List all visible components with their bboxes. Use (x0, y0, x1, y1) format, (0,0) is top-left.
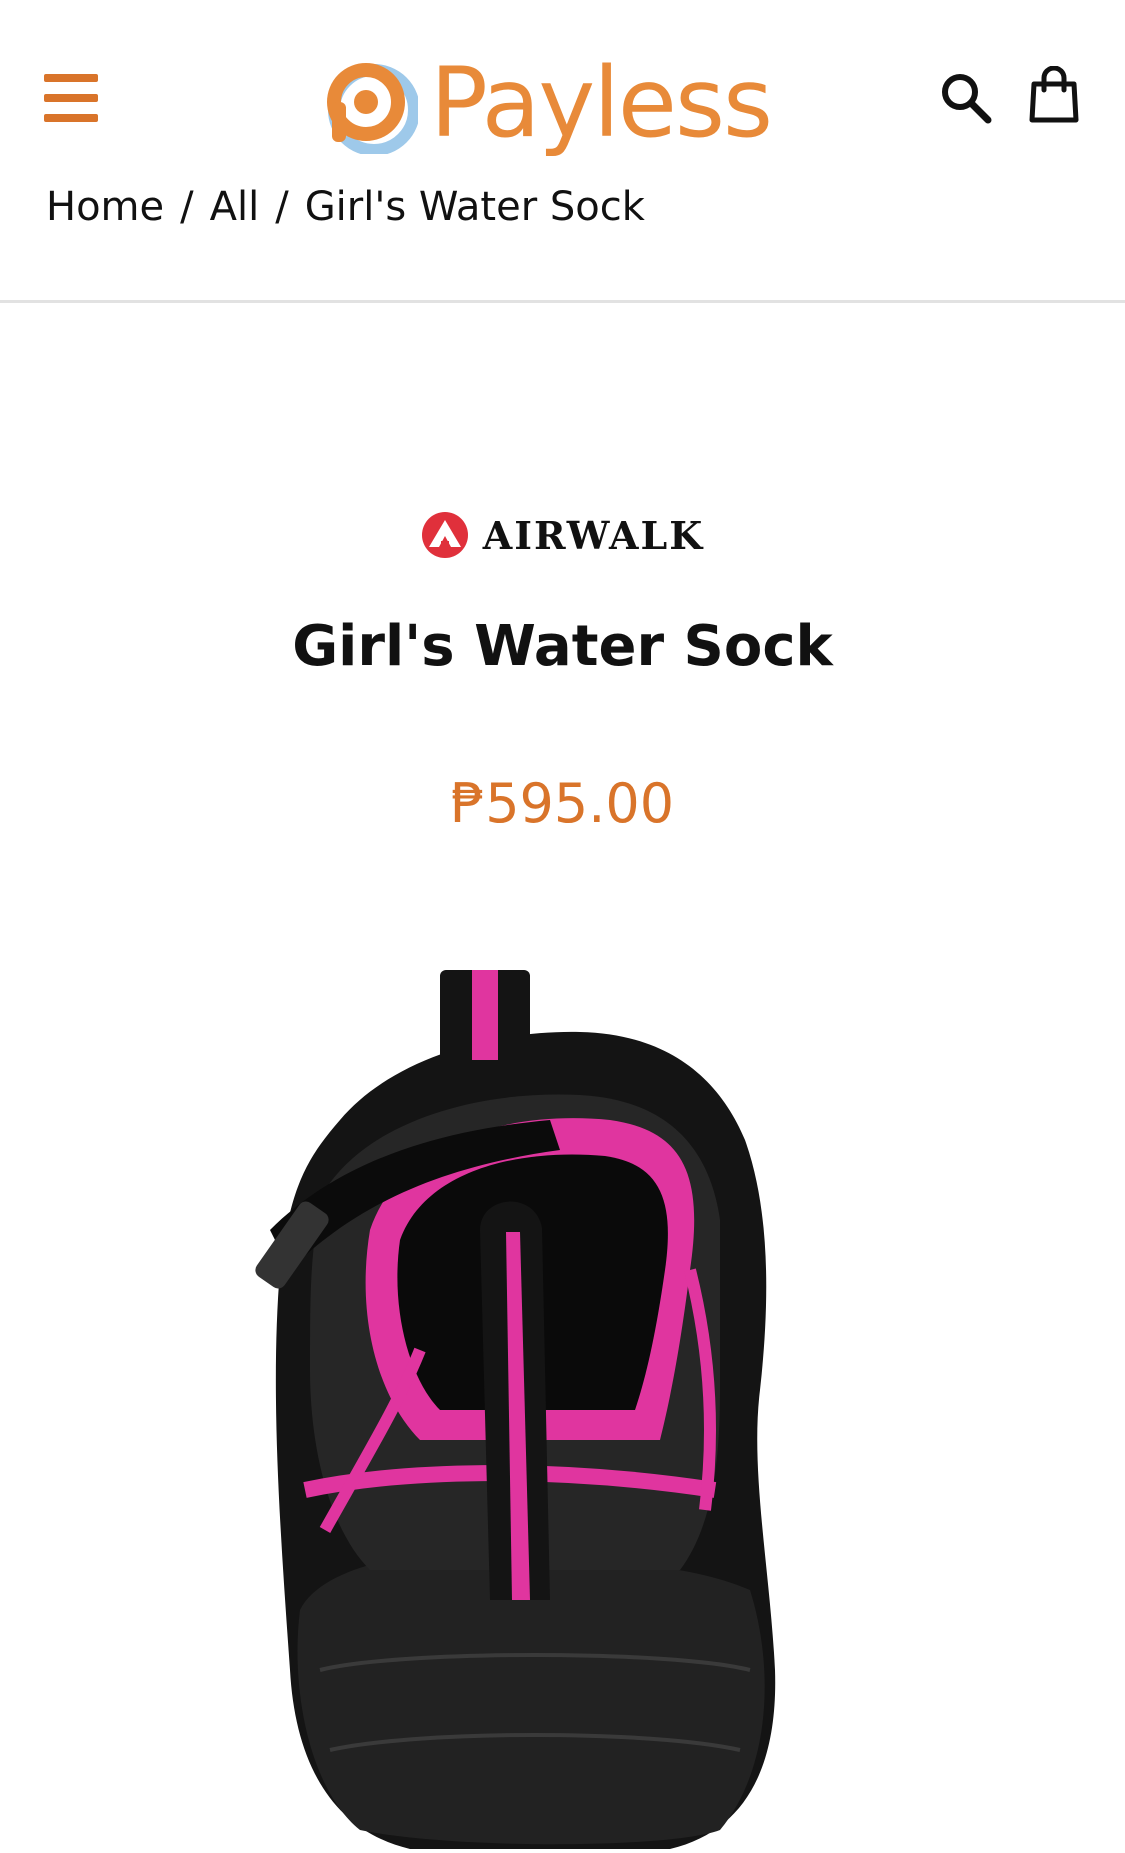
payless-logo-mark-icon (327, 63, 418, 154)
airwalk-logo-icon (421, 512, 468, 558)
product-price: ₱595.00 (450, 772, 675, 835)
breadcrumb-all[interactable]: All (210, 184, 260, 228)
water-shoe-image (255, 970, 776, 1849)
brand-section: AIRWALK (0, 508, 1125, 562)
site-header: Payless Home / All / Girl's Water Sock (0, 0, 1125, 303)
hamburger-menu-icon[interactable] (44, 72, 100, 124)
breadcrumb: Home / All / Girl's Water Sock (46, 178, 645, 228)
breadcrumb-separator: / (180, 184, 194, 228)
brand-logo-group[interactable]: AIRWALK (421, 511, 704, 559)
breadcrumb-separator: / (275, 184, 289, 228)
search-icon[interactable] (938, 70, 992, 124)
brand-name: AIRWALK (482, 512, 705, 558)
product-image[interactable] (250, 970, 830, 1849)
payless-logo[interactable]: Payless (318, 48, 818, 158)
shopping-bag-icon[interactable] (1026, 65, 1082, 124)
logo-wordmark: Payless (430, 47, 773, 159)
product-title: Girl's Water Sock (292, 614, 833, 679)
breadcrumb-current: Girl's Water Sock (304, 184, 645, 228)
breadcrumb-home[interactable]: Home (46, 184, 164, 228)
